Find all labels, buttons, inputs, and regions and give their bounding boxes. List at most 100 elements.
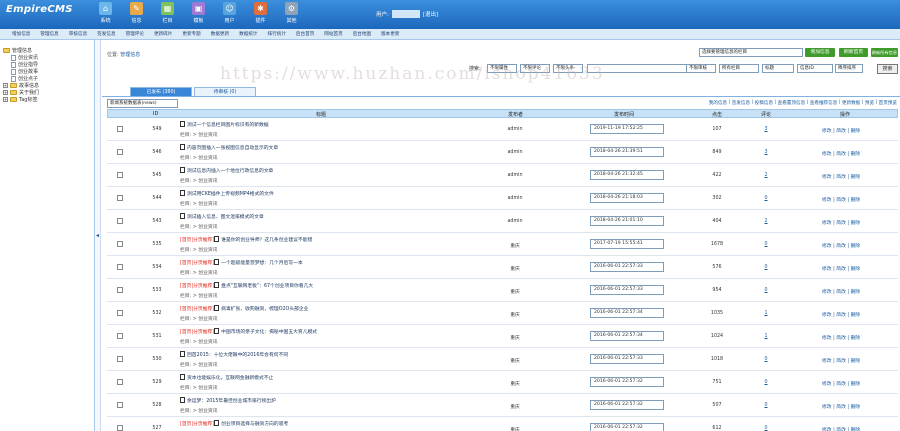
row-title[interactable]: [首页|分页推荐] 中国市场的亲子文化：揭秘中国五大育儿模式 xyxy=(180,328,317,335)
row-time-field[interactable]: 2016-06-01 22:57:33 xyxy=(590,262,664,272)
row-time-field[interactable]: 2017-07-19 15:55:41 xyxy=(590,239,664,249)
search-button[interactable]: 搜索 xyxy=(877,64,898,74)
simple-edit-link[interactable]: 简改 xyxy=(836,313,846,318)
column-select[interactable]: 选择要管理信息的栏目 xyxy=(699,48,803,57)
row-comments-link[interactable]: 2 xyxy=(761,219,771,224)
row-time-field[interactable]: 2016-06-01 22:57:33 xyxy=(590,354,664,364)
add-info-button[interactable]: 增加信息 xyxy=(805,48,835,57)
nav-item-0[interactable]: ⌂ 系统 xyxy=(90,2,121,24)
row-comments-link[interactable]: 0 xyxy=(761,380,771,385)
row-title-text[interactable]: 谁是你的创业导师？这几条创业建议不能错 xyxy=(221,238,312,243)
row-comments-link[interactable]: 0 xyxy=(761,288,771,293)
row-title-text[interactable]: 余运梦：2015年最佳创业城市排行榜出炉 xyxy=(187,399,276,404)
expand-icon[interactable]: + xyxy=(3,90,8,95)
edit-link[interactable]: 修改 xyxy=(822,290,832,295)
simple-edit-link[interactable]: 简改 xyxy=(836,221,846,226)
simple-edit-link[interactable]: 简改 xyxy=(836,244,846,249)
row-title[interactable]: [首页|分页推荐] 创业项目选择与融资方向的思考 xyxy=(180,420,288,427)
row-time-field[interactable]: 2018-04-26 21:18:03 xyxy=(590,193,664,203)
row-title[interactable]: 测试一个信息栏目图片标识有的新数据 xyxy=(180,121,269,128)
expand-icon[interactable]: + xyxy=(3,83,8,88)
quick-link-4[interactable]: 查看推荐信息 xyxy=(810,100,838,106)
subnav-item-11[interactable]: 网站首页 xyxy=(319,29,347,39)
refresh-home-button[interactable]: 刷新首页 xyxy=(839,48,868,57)
id-select[interactable]: 信息ID xyxy=(797,64,833,73)
tree-item-1[interactable]: 创业资讯 xyxy=(3,54,94,61)
subnav-item-3[interactable]: 签发信息 xyxy=(92,29,120,39)
row-title-text[interactable]: 测试用CKE插件上传视频MP4格式的文件 xyxy=(187,192,274,197)
row-comments-link[interactable]: 3 xyxy=(761,127,771,132)
edit-link[interactable]: 修改 xyxy=(822,221,832,226)
row-title[interactable]: 测试用CKE插件上传视频MP4格式的文件 xyxy=(180,190,274,197)
tree-item-4[interactable]: 创业点子 xyxy=(3,75,94,82)
row-time-field[interactable]: 2016-06-01 22:57:34 xyxy=(590,308,664,318)
nav-item-5[interactable]: ✱ 插件 xyxy=(245,2,276,24)
row-checkbox[interactable] xyxy=(117,425,123,431)
row-title-text[interactable]: 测试一个信息栏目图片标识有的新数据 xyxy=(187,123,269,128)
row-comments-link[interactable]: 3 xyxy=(761,150,771,155)
quick-link-1[interactable]: 签发信息 xyxy=(732,100,750,106)
row-comments-link[interactable]: 0 xyxy=(761,403,771,408)
row-title[interactable]: 回首2015：十位大佬眼中的2016年会有何不同 xyxy=(180,351,288,358)
row-title-text[interactable]: 内容页图插入一张视图信息自动显示的文章 xyxy=(187,146,278,151)
edit-link[interactable]: 修改 xyxy=(822,129,832,134)
row-checkbox[interactable] xyxy=(117,126,123,132)
quick-link-6[interactable]: 预览 xyxy=(865,100,874,106)
simple-edit-link[interactable]: 简改 xyxy=(836,267,846,272)
column-filter-select[interactable]: 所有栏目 xyxy=(719,64,759,73)
table-select[interactable]: 新闻系统数据表(news) xyxy=(107,99,178,108)
subnav-item-4[interactable]: 管理评论 xyxy=(121,29,149,39)
collapse-arrow-icon[interactable]: ◂ xyxy=(96,232,99,239)
row-title[interactable]: 资本也能娱乐化，互联网金融新模式不止 xyxy=(180,374,273,381)
delete-link[interactable]: 删除 xyxy=(851,267,861,272)
row-time-field[interactable]: 2019-11-19 17:52:25 xyxy=(590,124,664,134)
row-comments-link[interactable]: 0 xyxy=(761,357,771,362)
tab-published[interactable]: 已发布 (380) xyxy=(130,87,192,96)
row-checkbox[interactable] xyxy=(117,149,123,155)
simple-edit-link[interactable]: 简改 xyxy=(836,290,846,295)
subnav-item-7[interactable]: 数据更新 xyxy=(206,29,234,39)
edit-link[interactable]: 修改 xyxy=(822,175,832,180)
edit-link[interactable]: 修改 xyxy=(822,152,832,157)
row-checkbox[interactable] xyxy=(117,333,123,339)
quick-link-5[interactable]: 更新数据 xyxy=(842,100,860,106)
simple-edit-link[interactable]: 简改 xyxy=(836,405,846,410)
field-select[interactable]: 标题 xyxy=(762,64,794,73)
delete-link[interactable]: 删除 xyxy=(851,405,861,410)
expand-icon[interactable]: + xyxy=(3,97,8,102)
tab-pending[interactable]: 待审核 (0) xyxy=(194,87,256,96)
row-checkbox[interactable] xyxy=(117,172,123,178)
simple-edit-link[interactable]: 简改 xyxy=(836,198,846,203)
row-title[interactable]: [首页|分页推荐] 一个超级能量营梦想：几个月后写一本 xyxy=(180,259,303,266)
row-title[interactable]: [首页|分页推荐] 盘点"互联网老板"：67个创业项目你看几大 xyxy=(180,282,313,289)
quick-link-0[interactable]: 我的信息 xyxy=(709,100,727,106)
subnav-item-12[interactable]: 后台地图 xyxy=(348,29,376,39)
edit-link[interactable]: 修改 xyxy=(822,313,832,318)
tree-item-2[interactable]: 创业指导 xyxy=(3,61,94,68)
tree-item-3[interactable]: 创业故事 xyxy=(3,68,94,75)
row-title-text[interactable]: 测试信息内插入一个地位行政信息的文章 xyxy=(187,169,273,174)
row-title[interactable]: 测试信息内插入一个地位行政信息的文章 xyxy=(180,167,273,174)
quick-link-7[interactable]: 首页预览 xyxy=(879,100,897,106)
subnav-item-6[interactable]: 更新专题 xyxy=(177,29,205,39)
delete-link[interactable]: 删除 xyxy=(851,152,861,157)
subnav-item-9[interactable]: 排行统计 xyxy=(263,29,291,39)
edit-link[interactable]: 修改 xyxy=(822,336,832,341)
row-time-field[interactable]: 2016-06-01 22:57:32 xyxy=(590,423,664,431)
breadcrumb-link[interactable]: 管理信息 xyxy=(120,52,140,58)
nav-item-3[interactable]: ▣ 模板 xyxy=(183,2,214,24)
subnav-item-13[interactable]: 版本更新 xyxy=(376,29,404,39)
row-title-text[interactable]: 资本也能娱乐化，互联网金融新模式不止 xyxy=(187,376,273,381)
delete-link[interactable]: 删除 xyxy=(851,290,861,295)
row-title-text[interactable]: 测试插入信息、图文混排模式的文章 xyxy=(187,215,264,220)
subnav-item-2[interactable]: 审核信息 xyxy=(64,29,92,39)
edit-link[interactable]: 修改 xyxy=(822,198,832,203)
row-title-text[interactable]: 创业项目选择与融资方向的思考 xyxy=(221,422,288,427)
quick-link-2[interactable]: 投稿信息 xyxy=(755,100,773,106)
edit-link[interactable]: 修改 xyxy=(822,267,832,272)
simple-edit-link[interactable]: 简改 xyxy=(836,175,846,180)
row-comments-link[interactable]: 1 xyxy=(761,311,771,316)
row-title-text[interactable]: 一个超级能量营梦想：几个月后写一本 xyxy=(221,261,303,266)
delete-link[interactable]: 删除 xyxy=(851,175,861,180)
row-comments-link[interactable]: 0 xyxy=(761,265,771,270)
